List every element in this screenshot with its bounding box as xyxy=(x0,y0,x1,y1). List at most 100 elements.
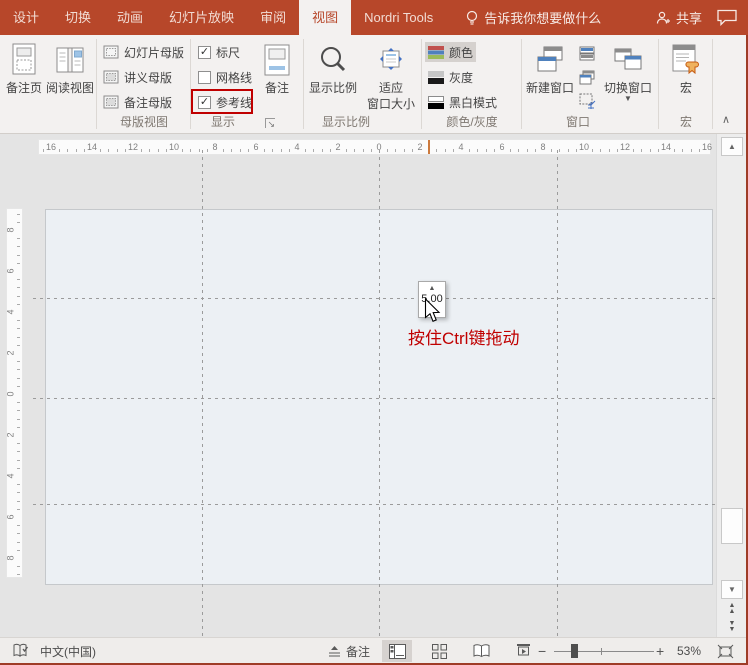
guide-horizontal-center[interactable] xyxy=(33,398,716,399)
powerpoint-window: 设计 切换 动画 幻灯片放映 审阅 视图 Nordri Tools 告诉我你想要… xyxy=(0,0,748,665)
vertical-scrollbar[interactable]: ▲ ▼ ▲▲ ▼▼ xyxy=(716,134,746,637)
reading-view-button[interactable]: 阅读视图 xyxy=(46,41,94,95)
fit-to-window-button[interactable]: 适应 窗口大小 xyxy=(362,41,420,111)
slideshow-view-button[interactable] xyxy=(508,640,538,662)
slide-sorter-view-button[interactable] xyxy=(424,640,454,662)
tab-design[interactable]: 设计 xyxy=(0,0,52,35)
normal-view-button[interactable] xyxy=(382,640,412,662)
reading-view-button-status[interactable] xyxy=(466,640,496,662)
share-button[interactable]: 共享 xyxy=(655,8,702,27)
guide-horizontal-lower[interactable] xyxy=(33,504,716,505)
ruler-position-indicator xyxy=(428,140,430,154)
notes-button[interactable]: 备注 xyxy=(255,41,299,95)
color-icon xyxy=(428,46,444,59)
previous-slide-button[interactable]: ▲▲ xyxy=(721,601,743,617)
horizontal-ruler: 1614121086420246810121416 xyxy=(38,139,711,155)
color-button[interactable]: 颜色 xyxy=(425,42,476,62)
arrange-all-button[interactable] xyxy=(576,43,598,63)
macros-label: 宏 xyxy=(680,82,692,95)
notes-master-button[interactable]: 备注母版 xyxy=(100,92,175,112)
collapse-ribbon-icon[interactable]: ∧ xyxy=(722,113,730,126)
next-slide-button[interactable]: ▼▼ xyxy=(721,619,743,635)
ruler-number: 2 xyxy=(332,142,344,152)
ruler-number: 4 xyxy=(455,142,467,152)
checkbox-checked-icon: ✓ xyxy=(198,46,211,59)
ruler-number: 8 xyxy=(6,227,18,232)
tab-nordri-tools[interactable]: Nordri Tools xyxy=(351,0,446,35)
checkbox-unchecked-icon xyxy=(198,71,211,84)
zoom-slider-track[interactable] xyxy=(554,651,654,652)
guide-horizontal-dragged[interactable] xyxy=(33,298,716,299)
notes-master-label: 备注母版 xyxy=(124,94,172,111)
comment-bubble-icon[interactable] xyxy=(716,9,738,26)
language-status[interactable]: 中文(中国) xyxy=(40,638,96,664)
guide-vertical-left[interactable] xyxy=(202,150,203,637)
group-label-master-views: 母版视图 xyxy=(100,113,188,130)
handout-master-label: 讲义母版 xyxy=(124,69,172,86)
ruler-checkbox-row[interactable]: ✓ 标尺 xyxy=(195,42,243,62)
group-label-window: 窗口 xyxy=(524,113,632,130)
grayscale-button[interactable]: 灰度 xyxy=(425,67,476,87)
tab-view[interactable]: 视图 xyxy=(299,0,351,35)
share-label: 共享 xyxy=(676,8,702,27)
fit-slide-to-window-button[interactable] xyxy=(710,640,740,662)
scroll-up-button[interactable]: ▲ xyxy=(721,137,743,156)
tab-slideshow[interactable]: 幻灯片放映 xyxy=(156,0,247,35)
ruler-number: 6 xyxy=(496,142,508,152)
notes-toggle-label: 备注 xyxy=(346,643,370,660)
group-label-color-grayscale: 颜色/灰度 xyxy=(425,113,519,130)
dialog-launcher-icon[interactable]: ↘ xyxy=(265,118,275,128)
move-split-icon xyxy=(579,93,596,109)
ruler-number: 10 xyxy=(578,142,590,152)
ruler-number: 12 xyxy=(619,142,631,152)
group-separator xyxy=(96,39,97,129)
tab-review[interactable]: 审阅 xyxy=(247,0,299,35)
new-window-button[interactable]: 新建窗口 xyxy=(524,41,576,95)
notes-label: 备注 xyxy=(265,82,289,95)
notes-page-label: 备注页 xyxy=(6,82,42,95)
scroll-down-button[interactable]: ▼ xyxy=(721,580,743,599)
up-arrow-icon: ▲ xyxy=(429,285,436,293)
ruler-number: 6 xyxy=(6,268,18,273)
notes-toggle-button[interactable]: 备注 xyxy=(328,638,370,664)
switch-windows-button[interactable]: 切换窗口 ▼ xyxy=(600,41,656,103)
tab-animations[interactable]: 动画 xyxy=(104,0,156,35)
scrollbar-thumb[interactable] xyxy=(721,508,743,544)
ruler-number: 4 xyxy=(291,142,303,152)
ruler-number: 2 xyxy=(6,432,18,437)
magnifier-icon xyxy=(317,41,349,79)
group-label-zoom: 显示比例 xyxy=(306,113,386,130)
group-separator xyxy=(521,39,522,129)
macros-button[interactable]: 宏 xyxy=(661,41,711,95)
dropdown-arrow-icon: ▼ xyxy=(624,95,632,103)
reading-view-icon xyxy=(54,41,86,79)
spellcheck-button[interactable] xyxy=(12,638,30,664)
arrange-all-icon xyxy=(579,46,595,61)
ribbon: 备注页 阅读视图 幻灯片母版 讲义母版 备注母版 xyxy=(0,35,748,134)
guide-vertical-center[interactable] xyxy=(379,150,380,637)
guide-vertical-right[interactable] xyxy=(557,150,558,637)
group-separator xyxy=(658,39,659,129)
zoom-out-button[interactable]: − xyxy=(538,638,546,664)
move-split-button[interactable] xyxy=(576,91,599,111)
zoom-level[interactable]: 53% xyxy=(677,638,701,664)
group-separator xyxy=(712,39,713,129)
vertical-ruler: 864202468 xyxy=(6,208,23,578)
zoom-button[interactable]: 显示比例 xyxy=(306,41,360,95)
slide-master-button[interactable]: 幻灯片母版 xyxy=(100,42,187,62)
gridlines-checkbox-row[interactable]: 网格线 xyxy=(195,67,255,87)
tab-transitions[interactable]: 切换 xyxy=(52,0,104,35)
notes-page-button[interactable]: 备注页 xyxy=(2,41,46,95)
handout-master-button[interactable]: 讲义母版 xyxy=(100,67,175,87)
group-macros: 宏 宏 xyxy=(661,39,711,131)
mouse-cursor-icon xyxy=(424,298,441,323)
ruler-number: 6 xyxy=(6,514,18,519)
zoom-in-button[interactable]: + xyxy=(656,638,664,664)
tell-me-button[interactable]: 告诉我你想要做什么 xyxy=(456,0,611,35)
group-separator xyxy=(303,39,304,129)
status-bar: 中文(中国) 备注 − + 53% xyxy=(0,637,748,663)
zoom-slider-thumb[interactable] xyxy=(571,644,578,658)
fit-to-window-label-line1: 适应 xyxy=(379,82,403,95)
cascade-windows-button[interactable] xyxy=(576,67,598,87)
black-white-button[interactable]: 黑白模式 xyxy=(425,92,500,112)
